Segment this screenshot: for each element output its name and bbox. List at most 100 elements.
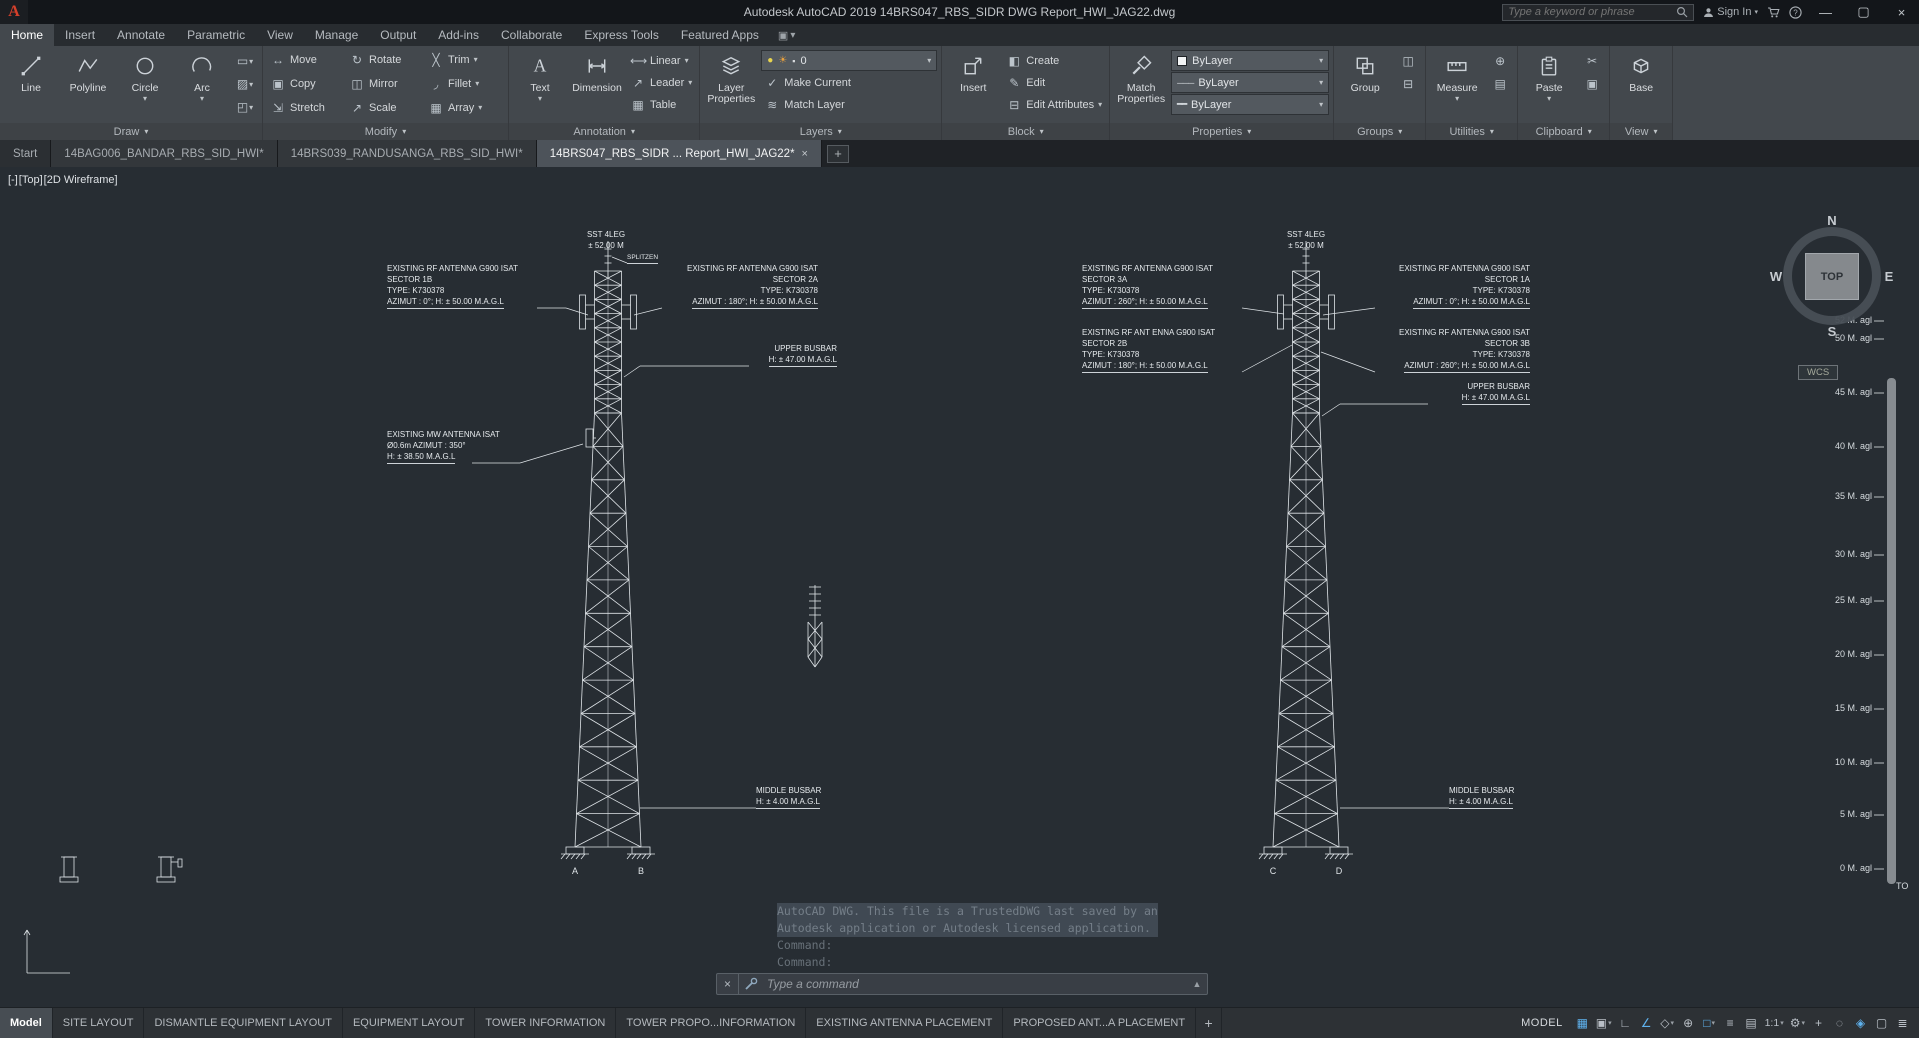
file-tab-3[interactable]: 14BRS047_RBS_SIDR ... Report_HWI_JAG22*× bbox=[537, 140, 822, 167]
create-button[interactable]: ◧Create bbox=[1003, 50, 1105, 71]
panel-label-view[interactable]: View▾ bbox=[1610, 123, 1672, 140]
lineweight-select[interactable]: ━━ByLayer▾ bbox=[1171, 94, 1329, 115]
group-button[interactable]: Group bbox=[1338, 48, 1392, 122]
viewport-visual-style-control[interactable]: [2D Wireframe] bbox=[44, 174, 118, 186]
table-button[interactable]: ▦Table bbox=[627, 94, 695, 115]
search-icon[interactable] bbox=[1676, 6, 1688, 18]
panel-label-utilities[interactable]: Utilities▾ bbox=[1426, 123, 1517, 140]
rotate-button[interactable]: ↻Rotate bbox=[346, 49, 425, 70]
dimension-button[interactable]: Dimension bbox=[570, 48, 624, 122]
file-tab-start[interactable]: Start bbox=[0, 140, 51, 167]
ribbon-tab-manage[interactable]: Manage bbox=[304, 24, 369, 46]
linetype-select[interactable]: ───ByLayer▾ bbox=[1171, 72, 1329, 93]
annotation-monitor-toggle[interactable]: + bbox=[1808, 1008, 1829, 1038]
line-button[interactable]: Line bbox=[4, 48, 58, 122]
linear-button[interactable]: ⟷Linear▾ bbox=[627, 50, 695, 71]
move-button[interactable]: ↔Move bbox=[267, 49, 346, 70]
mirror-button[interactable]: ◫Mirror bbox=[346, 73, 425, 94]
sign-in-button[interactable]: Sign In ▾ bbox=[1703, 6, 1758, 18]
layout-tab-site-layout[interactable]: SITE LAYOUT bbox=[53, 1008, 145, 1038]
ribbon-tab-output[interactable]: Output bbox=[369, 24, 427, 46]
layer-properties-button[interactable]: LayerProperties bbox=[704, 48, 758, 122]
isodraft-toggle[interactable]: ◇▾ bbox=[1657, 1008, 1678, 1038]
ribbon-tab-collaborate[interactable]: Collaborate bbox=[490, 24, 573, 46]
base-button[interactable]: Base bbox=[1614, 48, 1668, 122]
quick-calc-button[interactable]: ▤ bbox=[1487, 73, 1513, 95]
viewport-view-control[interactable]: [Top] bbox=[19, 174, 43, 186]
viewcube-south[interactable]: S bbox=[1822, 324, 1842, 339]
file-tab-2[interactable]: 14BRS039_RANDUSANGA_RBS_SID_HWI* bbox=[278, 140, 537, 167]
file-tab-1[interactable]: 14BAG006_BANDAR_RBS_SID_HWI* bbox=[51, 140, 277, 167]
ribbon-tab-insert[interactable]: Insert bbox=[54, 24, 106, 46]
scale-button[interactable]: ↗Scale bbox=[346, 97, 425, 118]
isolate-objects-toggle[interactable]: ◌ bbox=[1829, 1008, 1850, 1038]
model-space-toggle[interactable]: MODEL bbox=[1512, 1008, 1572, 1038]
file-tab-close-icon[interactable]: × bbox=[802, 148, 808, 160]
close-button[interactable]: × bbox=[1887, 0, 1916, 24]
edit-button[interactable]: ✎Edit bbox=[1003, 72, 1105, 93]
minimize-button[interactable]: — bbox=[1811, 0, 1840, 24]
rectangle-tool[interactable]: ▭▾ bbox=[232, 50, 258, 72]
match-layer-button[interactable]: ≋Match Layer bbox=[761, 94, 937, 115]
array-button[interactable]: ▦Array▾ bbox=[425, 97, 504, 118]
search-input[interactable] bbox=[1508, 6, 1672, 18]
wrench-icon[interactable] bbox=[739, 977, 763, 991]
ungroup-button[interactable]: ◫ bbox=[1395, 50, 1421, 72]
wcs-control[interactable]: WCS bbox=[1798, 365, 1838, 380]
match-properties-button[interactable]: MatchProperties bbox=[1114, 48, 1168, 122]
graphics-performance-toggle[interactable]: ◈ bbox=[1850, 1008, 1871, 1038]
object-color-select[interactable]: ByLayer▾ bbox=[1171, 50, 1329, 71]
copy-button[interactable]: ▣Copy bbox=[267, 73, 346, 94]
ribbon-tab-view[interactable]: View bbox=[256, 24, 304, 46]
leader-button[interactable]: ↗Leader▾ bbox=[627, 72, 695, 93]
command-line[interactable]: × Type a command ▲ bbox=[716, 973, 1208, 995]
ribbon-tab-featured-apps[interactable]: Featured Apps bbox=[670, 24, 770, 46]
viewcube-east[interactable]: E bbox=[1879, 269, 1899, 284]
viewcube[interactable]: N W E S TOP bbox=[1766, 211, 1898, 343]
panel-label-properties[interactable]: Properties▾ bbox=[1110, 123, 1333, 140]
selection-cycling-toggle[interactable]: ▤ bbox=[1741, 1008, 1762, 1038]
viewcube-top-face[interactable]: TOP bbox=[1805, 253, 1859, 300]
panel-label-annotation[interactable]: Annotation▾ bbox=[509, 123, 699, 140]
new-layout-button[interactable]: + bbox=[1196, 1008, 1222, 1038]
customize-toggle[interactable]: ≣ bbox=[1892, 1008, 1913, 1038]
ribbon-options-button[interactable]: ▣▾ bbox=[770, 24, 803, 46]
clean-screen-toggle[interactable]: ▢ bbox=[1871, 1008, 1892, 1038]
command-expand-icon[interactable]: ▲ bbox=[1187, 979, 1207, 989]
hatch-tool[interactable]: ▨▾ bbox=[232, 73, 258, 95]
stretch-button[interactable]: ⇲Stretch bbox=[267, 97, 346, 118]
layout-tab-proposed-ant-a-placement[interactable]: PROPOSED ANT...A PLACEMENT bbox=[1003, 1008, 1196, 1038]
ribbon-tab-parametric[interactable]: Parametric bbox=[176, 24, 256, 46]
vertical-scrollbar[interactable] bbox=[1887, 378, 1896, 884]
new-drawing-tab-button[interactable]: + bbox=[827, 145, 849, 163]
viewport-minimize-control[interactable]: [-] bbox=[8, 174, 18, 186]
panel-label-modify[interactable]: Modify▾ bbox=[263, 123, 508, 140]
arc-button[interactable]: Arc▾ bbox=[175, 48, 229, 122]
drawing-canvas[interactable]: ABCD [-] [Top] [2D Wireframe] SST 4LEG± … bbox=[0, 167, 1919, 1007]
layout-tab-tower-propo-information[interactable]: TOWER PROPO...INFORMATION bbox=[616, 1008, 806, 1038]
snap-mode-toggle[interactable]: ▣▾ bbox=[1593, 1008, 1615, 1038]
object-snap-tracking-toggle[interactable]: ⊕ bbox=[1678, 1008, 1699, 1038]
make-current-button[interactable]: ✓Make Current bbox=[761, 72, 937, 93]
ribbon-tab-express-tools[interactable]: Express Tools bbox=[573, 24, 669, 46]
group-edit-button[interactable]: ⊟ bbox=[1395, 73, 1421, 95]
edit-attributes-button[interactable]: ⊟Edit Attributes▾ bbox=[1003, 94, 1105, 115]
region-tool[interactable]: ◰▾ bbox=[232, 96, 258, 118]
workspace-switching-toggle[interactable]: ⚙▾ bbox=[1787, 1008, 1808, 1038]
viewcube-west[interactable]: W bbox=[1766, 269, 1786, 284]
layer-select[interactable]: ●☀▪0▾ bbox=[761, 50, 937, 71]
command-close-icon[interactable]: × bbox=[717, 974, 739, 994]
layout-tab-equipment-layout[interactable]: EQUIPMENT LAYOUT bbox=[343, 1008, 475, 1038]
grid-display-toggle[interactable]: ▦ bbox=[1572, 1008, 1593, 1038]
panel-label-groups[interactable]: Groups▾ bbox=[1334, 123, 1425, 140]
fillet-button[interactable]: ◞Fillet▾ bbox=[425, 73, 504, 94]
layout-tab-tower-information[interactable]: TOWER INFORMATION bbox=[475, 1008, 616, 1038]
layout-tab-model[interactable]: Model bbox=[0, 1008, 53, 1038]
ribbon-tab-annotate[interactable]: Annotate bbox=[106, 24, 176, 46]
autocad-logo-button[interactable]: A bbox=[0, 0, 28, 24]
copy-button[interactable]: ▣ bbox=[1579, 73, 1605, 95]
app-store-button[interactable] bbox=[1767, 7, 1780, 18]
text-button[interactable]: AText▾ bbox=[513, 48, 567, 122]
panel-label-clipboard[interactable]: Clipboard▾ bbox=[1518, 123, 1609, 140]
layout-tab-dismantle-equipment-layout[interactable]: DISMANTLE EQUIPMENT LAYOUT bbox=[144, 1008, 342, 1038]
